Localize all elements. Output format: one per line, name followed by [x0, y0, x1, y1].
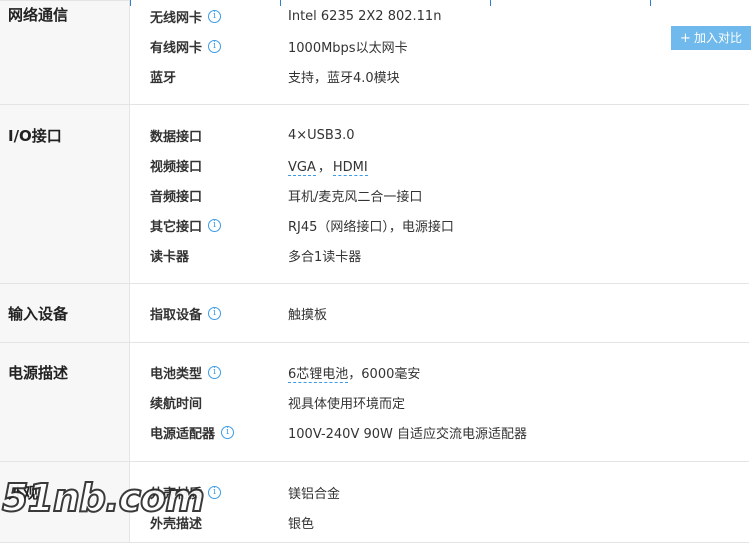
section-title-io: I/O接口: [0, 105, 130, 283]
battery-link[interactable]: 6芯锂电池: [288, 366, 349, 383]
spec-label: 无线网卡: [150, 10, 203, 26]
spec-row-data-port: 数据接口 4×USB3.0: [130, 120, 749, 150]
value-separator: ，: [317, 159, 331, 175]
spec-value: RJ45（网络接口），电源接口: [288, 219, 454, 235]
spec-row-shell-material: 外壳材质 i 镁铝合金: [130, 477, 749, 507]
spec-value: 6芯锂电池，6000毫安: [288, 363, 421, 383]
info-icon[interactable]: i: [208, 306, 222, 320]
info-icon[interactable]: i: [208, 39, 222, 53]
spec-row-power-adapter: 电源适配器 i 100V-240V 90W 自适应交流电源适配器: [130, 417, 749, 447]
spec-row-pointing-device: 指取设备 i 触摸板: [130, 298, 749, 328]
spec-label: 指取设备: [150, 307, 203, 323]
spec-row-card-reader: 读卡器 多合1读卡器: [130, 240, 749, 270]
top-divider-mark: [280, 0, 281, 6]
section-network: 网络通信 无线网卡 i Intel 6235 2X2 802.11n 有线网卡 i …: [0, 0, 749, 105]
top-border: [0, 0, 130, 1]
spec-row-other-port: 其它接口 i RJ45（网络接口），电源接口: [130, 210, 749, 240]
spec-value: 支持，蓝牙4.0模块: [288, 70, 400, 86]
spec-label: 视频接口: [150, 159, 203, 175]
spec-value: Intel 6235 2X2 802.11n: [288, 8, 442, 24]
info-icon[interactable]: i: [208, 365, 222, 379]
spec-value: 1000Mbps以太网卡: [288, 40, 408, 56]
spec-label: 电源适配器: [150, 426, 216, 442]
spec-value: 耳机/麦克风二合一接口: [288, 189, 423, 205]
info-icon[interactable]: i: [208, 9, 222, 23]
hdmi-link[interactable]: HDMI: [332, 159, 368, 176]
top-divider-mark: [490, 0, 491, 6]
spec-value: 镁铝合金: [288, 486, 341, 502]
spec-row-bluetooth: 蓝牙 支持，蓝牙4.0模块: [130, 61, 749, 91]
section-power: 电源描述 电池类型 i 6芯锂电池，6000毫安 续航时间 视具体使用环境而定 电…: [0, 343, 749, 462]
plus-icon: +: [680, 31, 691, 46]
section-title-input: 输入设备: [0, 284, 130, 342]
info-icon[interactable]: i: [208, 218, 222, 232]
spec-label: 电池类型: [150, 366, 203, 382]
section-input: 输入设备 指取设备 i 触摸板: [0, 284, 749, 343]
spec-value: 触摸板: [288, 307, 328, 323]
spec-row-video-port: 视频接口 VGA， HDMI: [130, 150, 749, 180]
spec-row-audio-port: 音频接口 耳机/麦克风二合一接口: [130, 180, 749, 210]
spec-label: 有线网卡: [150, 40, 203, 56]
spec-row-shell-description: 外壳描述 银色: [130, 507, 749, 537]
spec-label: 读卡器: [150, 249, 190, 265]
spec-row-ethernet: 有线网卡 i 1000Mbps以太网卡: [130, 31, 749, 61]
add-compare-button[interactable]: + 加入对比: [671, 26, 751, 50]
section-io: I/O接口 数据接口 4×USB3.0 视频接口 VGA， HDMI 音频接口 耳…: [0, 105, 749, 284]
spec-label: 音频接口: [150, 189, 203, 205]
vga-link[interactable]: VGA: [288, 159, 316, 176]
spec-label: 续航时间: [150, 396, 203, 412]
spec-row-wireless: 无线网卡 i Intel 6235 2X2 802.11n: [130, 1, 749, 31]
top-divider-mark: [650, 0, 651, 6]
spec-value: 多合1读卡器: [288, 249, 362, 265]
info-icon[interactable]: i: [221, 425, 235, 439]
spec-value: 视具体使用环境而定: [288, 396, 406, 412]
section-title-power: 电源描述: [0, 343, 130, 461]
spec-row-battery-type: 电池类型 i 6芯锂电池，6000毫安: [130, 357, 749, 387]
info-icon[interactable]: i: [208, 485, 222, 499]
top-divider-mark: [130, 0, 131, 6]
section-title-network: 网络通信: [0, 0, 130, 104]
spec-value: 100V-240V 90W 自适应交流电源适配器: [288, 426, 528, 442]
spec-row-battery-life: 续航时间 视具体使用环境而定: [130, 387, 749, 417]
battery-capacity: ，6000毫安: [348, 366, 421, 382]
spec-table: 网络通信 无线网卡 i Intel 6235 2X2 802.11n 有线网卡 i …: [0, 0, 749, 543]
spec-value: VGA， HDMI: [288, 156, 368, 176]
spec-label: 其它接口: [150, 219, 203, 235]
spec-value: 4×USB3.0: [288, 127, 355, 143]
watermark-logo: 51nb.com: [1, 475, 206, 521]
spec-label: 数据接口: [150, 129, 203, 145]
spec-label: 蓝牙: [150, 70, 177, 86]
